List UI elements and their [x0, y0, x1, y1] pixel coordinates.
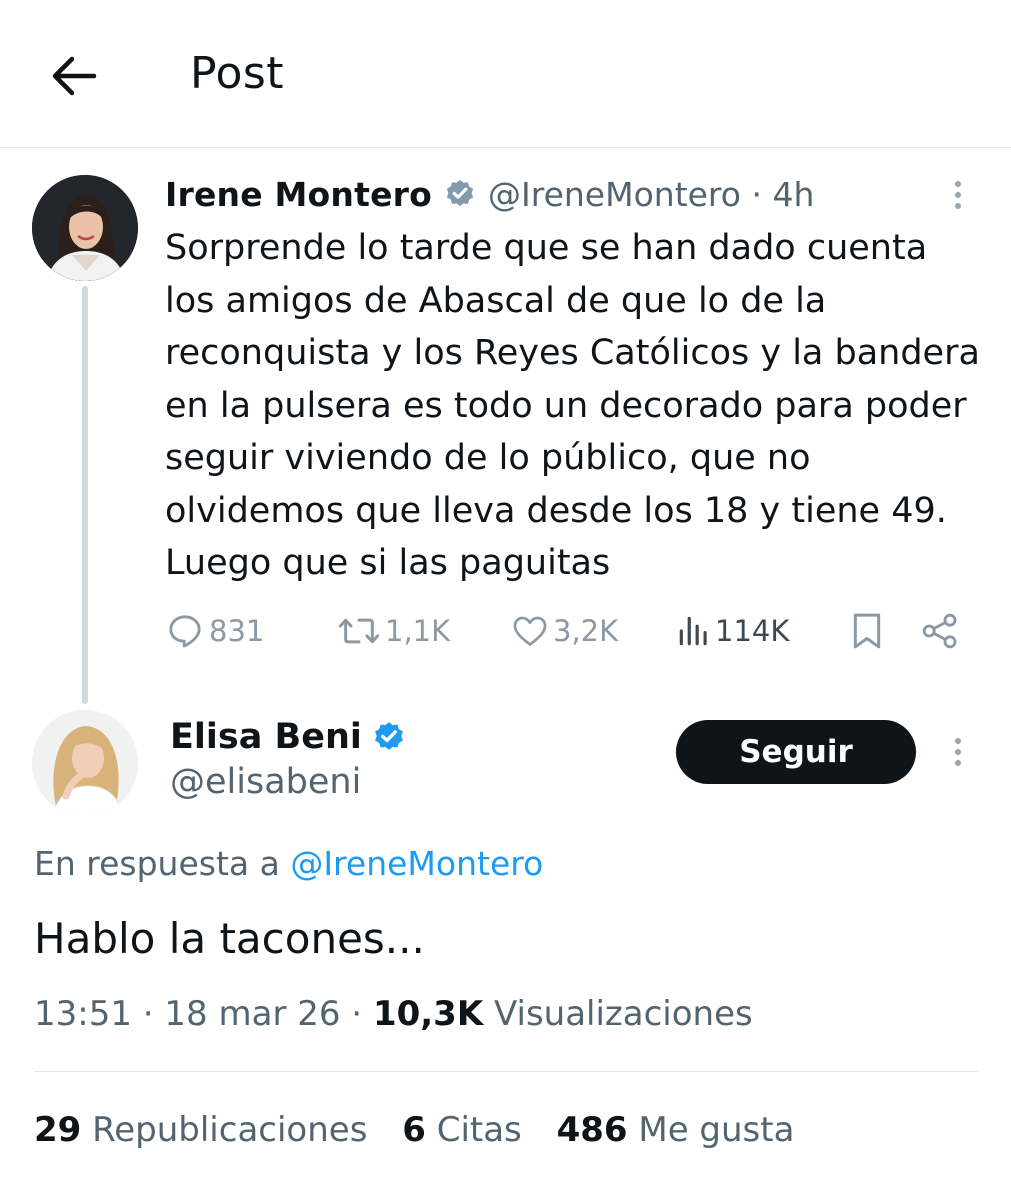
avatar-image [32, 175, 138, 281]
time-separator: · [740, 174, 773, 214]
back-arrow-icon [52, 56, 97, 96]
views-count: 114K [715, 614, 790, 648]
reposts-count: 29 [34, 1110, 82, 1150]
more-options-button[interactable] [948, 175, 968, 215]
quotes-stat[interactable]: 6 Citas [402, 1110, 522, 1150]
meta-separator: · [340, 994, 373, 1034]
reply-context: En respuesta a @IreneMontero [34, 844, 543, 883]
repost-count: 1,1K [385, 614, 451, 648]
verified-badge-icon [446, 180, 474, 207]
reply-to-prefix: En respuesta a [34, 844, 291, 883]
top-bar: Post [0, 0, 1011, 148]
share-button[interactable] [920, 604, 960, 658]
bookmark-icon [853, 613, 881, 649]
post-time[interactable]: 4h [772, 175, 814, 214]
like-icon [513, 616, 547, 646]
reply-to-mention-link[interactable]: @IreneMontero [290, 844, 543, 883]
reply-post-header: Elisa Beni [170, 712, 418, 762]
bookmark-button[interactable] [849, 604, 885, 658]
repost-icon [338, 618, 380, 644]
post-metadata: 13:51 · 18 mar 26 · 10,3K Visualizacione… [34, 994, 753, 1034]
likes-count: 486 [556, 1110, 628, 1150]
views-icon [679, 616, 707, 646]
post-actions: 831 1,1K 3,2K 114K [165, 604, 965, 658]
like-count: 3,2K [553, 614, 619, 648]
back-button[interactable] [48, 50, 100, 102]
thread-line [82, 286, 88, 704]
reply-post-text: Hablo la tacones... [34, 914, 425, 963]
views-count: 10,3K [372, 994, 484, 1034]
reply-icon [169, 615, 201, 648]
reply-button[interactable]: 831 [165, 604, 264, 658]
author-name[interactable]: Irene Montero [165, 175, 432, 214]
quotes-count: 6 [402, 1110, 426, 1150]
author-handle[interactable]: @elisabeni [170, 762, 361, 802]
avatar-irene-montero[interactable] [32, 175, 138, 281]
reposts-label: Republicaciones [81, 1110, 368, 1150]
views-label: Visualizaciones [483, 994, 753, 1034]
more-icon [955, 738, 961, 744]
verified-badge-icon [374, 722, 403, 750]
meta-separator: · [131, 994, 165, 1034]
parent-post-text: Sorprende lo tarde que se han dado cuent… [165, 228, 980, 583]
likes-stat[interactable]: 486 Me gusta [557, 1110, 795, 1150]
divider [34, 1071, 979, 1072]
post-date[interactable]: 18 mar 26 [164, 994, 340, 1034]
reposts-stat[interactable]: 29 Republicaciones [34, 1110, 367, 1150]
more-icon [955, 181, 961, 187]
follow-button[interactable]: Seguir [676, 720, 916, 784]
likes-label: Me gusta [627, 1110, 795, 1150]
more-options-button[interactable] [948, 732, 968, 772]
reply-count: 831 [209, 614, 265, 648]
like-button[interactable]: 3,2K [511, 604, 618, 658]
avatar-image [32, 710, 138, 816]
page-title: Post [190, 48, 285, 99]
parent-post-header: Irene Montero @IreneMontero · 4h [165, 172, 814, 216]
engagement-stats: 29 Republicaciones 6 Citas 486 Me gusta [34, 1110, 818, 1150]
post-time[interactable]: 13:51 [34, 994, 132, 1034]
repost-button[interactable]: 1,1K [337, 604, 450, 658]
avatar-elisa-beni[interactable] [32, 710, 138, 816]
share-icon [922, 613, 957, 649]
quotes-label: Citas [425, 1110, 522, 1150]
author-handle[interactable]: @IreneMontero [488, 175, 741, 214]
views-button[interactable]: 114K [677, 604, 789, 658]
author-name[interactable]: Elisa Beni [170, 717, 362, 757]
